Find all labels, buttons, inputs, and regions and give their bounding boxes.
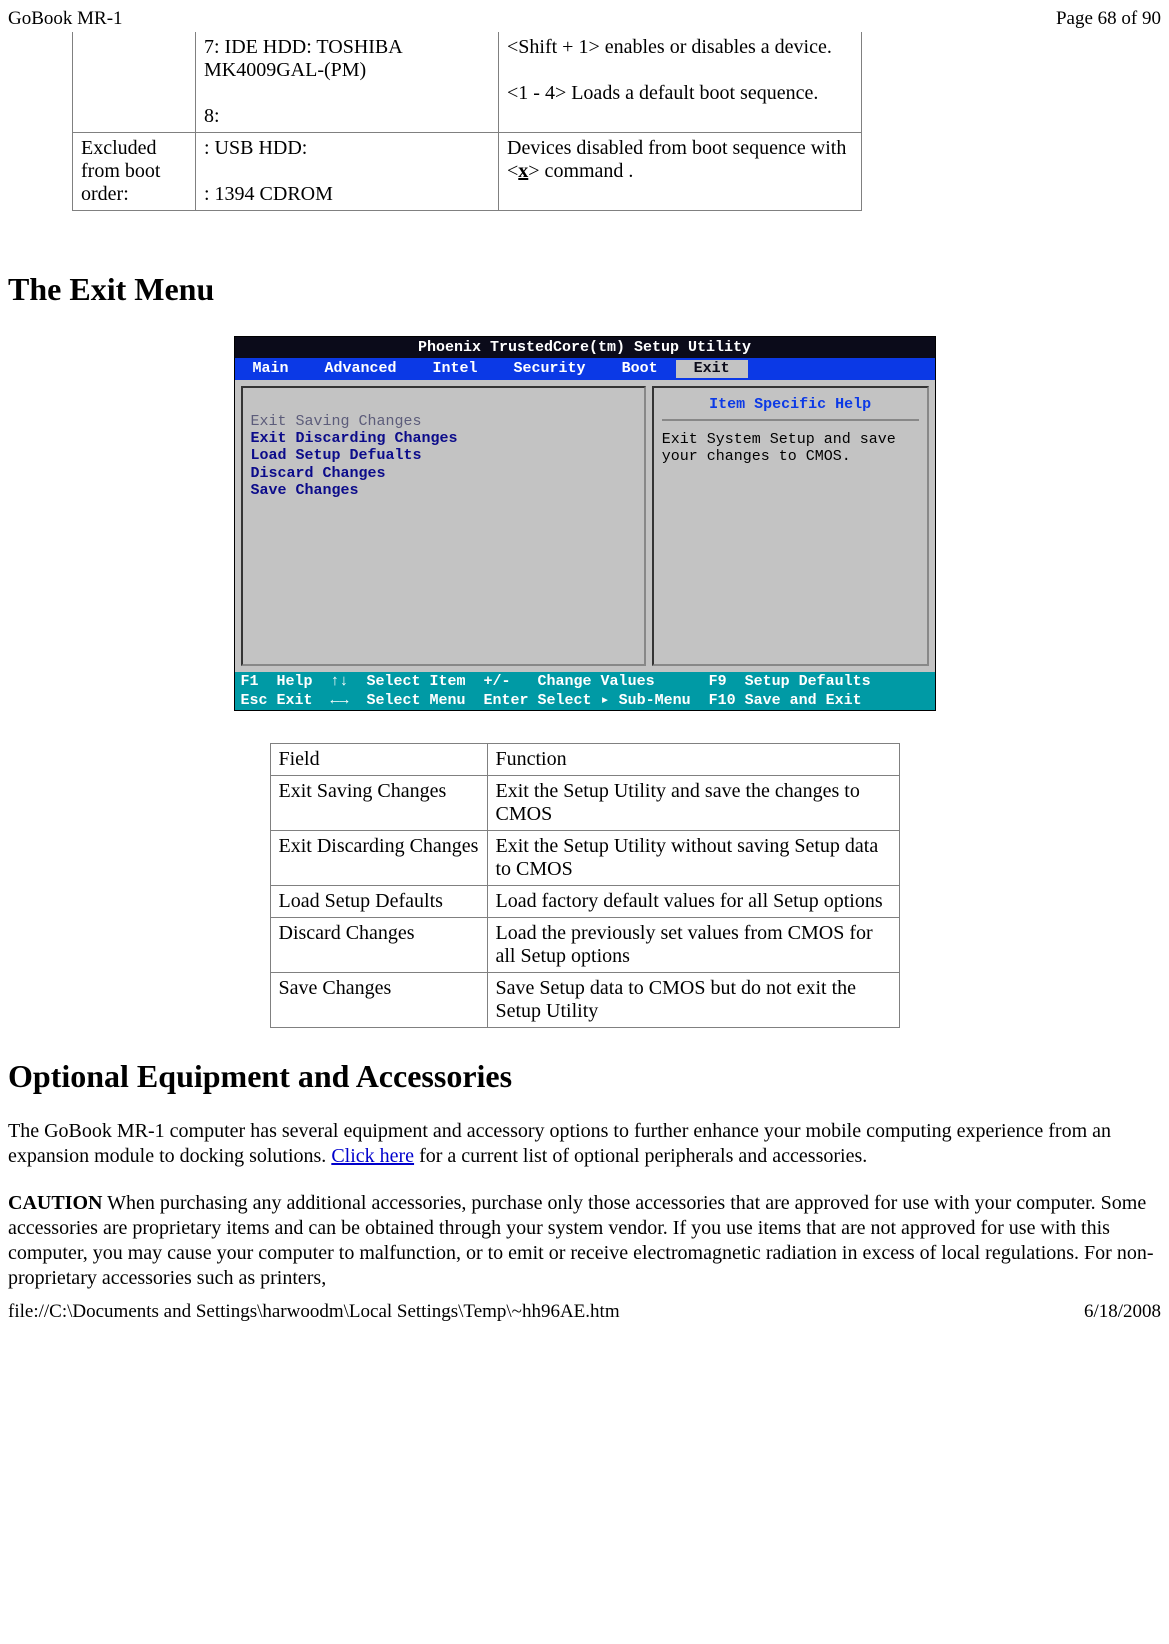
tab-intel: Intel — [415, 360, 496, 377]
cell-text: : 1394 CDROM — [204, 183, 333, 205]
bios-window: Phoenix TrustedCore(tm) Setup Utility Ma… — [234, 336, 936, 711]
para-text: for a current list of optional periphera… — [414, 1145, 867, 1167]
click-here-link[interactable]: Click here — [331, 1145, 414, 1167]
cell: Exit the Setup Utility and save the chan… — [487, 776, 899, 831]
table-row: 7: IDE HDD: TOSHIBA MK4009GAL-(PM) 8: <S… — [73, 32, 862, 133]
bios-footer-line2: Esc Exit ←→ Select Menu Enter Select ▸ S… — [235, 691, 935, 710]
optional-equipment-heading: Optional Equipment and Accessories — [8, 1058, 1161, 1095]
page-footer: file://C:\Documents and Settings\harwood… — [8, 1301, 1161, 1323]
table-row: Discard Changes Load the previously set … — [270, 918, 899, 973]
cell: Load the previously set values from CMOS… — [487, 918, 899, 973]
function-table: Field Function Exit Saving Changes Exit … — [270, 743, 900, 1028]
menu-item: Discard Changes — [251, 465, 636, 482]
bios-body: Exit Saving Changes Exit Discarding Chan… — [235, 380, 935, 672]
cell-text: 8: — [204, 105, 220, 127]
menu-item: Load Setup Defualts — [251, 447, 636, 464]
bios-title: Phoenix TrustedCore(tm) Setup Utility — [235, 337, 935, 358]
table-row: Excluded from boot order: : USB HDD: : 1… — [73, 133, 862, 211]
caution-text: When purchasing any additional accessori… — [8, 1192, 1154, 1289]
cell: 7: IDE HDD: TOSHIBA MK4009GAL-(PM) 8: — [196, 32, 499, 133]
cell-text: 7: IDE HDD: TOSHIBA MK4009GAL-(PM) — [204, 36, 402, 81]
help-text: Exit System Setup and save your changes … — [662, 431, 919, 466]
bios-footer-line1: F1 Help ↑↓ Select Item +/- Change Values… — [235, 672, 935, 691]
bios-screenshot: Phoenix TrustedCore(tm) Setup Utility Ma… — [8, 336, 1161, 711]
cell: Load Setup Defaults — [270, 886, 487, 918]
cell: <Shift + 1> enables or disables a device… — [499, 32, 862, 133]
cell-text: : USB HDD: — [204, 137, 307, 159]
cell: Excluded from boot order: — [73, 133, 196, 211]
cell: Exit the Setup Utility without saving Se… — [487, 831, 899, 886]
header-right: Page 68 of 90 — [1056, 8, 1161, 30]
tab-exit: Exit — [676, 360, 748, 377]
cell-text: <1 - 4> Loads a default boot sequence. — [507, 82, 818, 104]
cell: : USB HDD: : 1394 CDROM — [196, 133, 499, 211]
bios-menu-panel: Exit Saving Changes Exit Discarding Chan… — [241, 386, 646, 666]
bios-help-panel: Item Specific Help Exit System Setup and… — [652, 386, 929, 666]
bios-tabs: Main Advanced Intel Security Boot Exit — [235, 358, 935, 379]
header-function: Function — [487, 744, 899, 776]
menu-item: Save Changes — [251, 482, 636, 499]
cell: Load factory default values for all Setu… — [487, 886, 899, 918]
table-row: Exit Discarding Changes Exit the Setup U… — [270, 831, 899, 886]
tab-advanced: Advanced — [307, 360, 415, 377]
para-optional-equipment: The GoBook MR-1 computer has several equ… — [8, 1119, 1161, 1169]
cell-text: <Shift + 1> enables or disables a device… — [507, 36, 832, 58]
table-row: Save Changes Save Setup data to CMOS but… — [270, 973, 899, 1028]
tab-security: Security — [496, 360, 604, 377]
table-row: Exit Saving Changes Exit the Setup Utili… — [270, 776, 899, 831]
page-header: GoBook MR-1 Page 68 of 90 — [8, 8, 1161, 30]
caution-label: CAUTION — [8, 1192, 102, 1214]
cell: Discard Changes — [270, 918, 487, 973]
tab-boot: Boot — [604, 360, 676, 377]
help-title: Item Specific Help — [662, 396, 919, 421]
footer-left: file://C:\Documents and Settings\harwood… — [8, 1301, 620, 1323]
cell: Exit Discarding Changes — [270, 831, 487, 886]
cell: Exit Saving Changes — [270, 776, 487, 831]
table-row: Load Setup Defaults Load factory default… — [270, 886, 899, 918]
menu-item-selected: Exit Saving Changes — [251, 413, 636, 430]
tab-main: Main — [235, 360, 307, 377]
cell-text: > command . — [528, 160, 633, 182]
table-row: Field Function — [270, 744, 899, 776]
para-caution: CAUTION When purchasing any additional a… — [8, 1191, 1161, 1291]
cmd-x: x — [518, 160, 528, 182]
header-field: Field — [270, 744, 487, 776]
boot-options-table: 7: IDE HDD: TOSHIBA MK4009GAL-(PM) 8: <S… — [72, 32, 862, 211]
cell: Save Setup data to CMOS but do not exit … — [487, 973, 899, 1028]
cell — [73, 32, 196, 133]
exit-menu-heading: The Exit Menu — [8, 271, 1161, 308]
cell: Devices disabled from boot sequence with… — [499, 133, 862, 211]
cell: Save Changes — [270, 973, 487, 1028]
header-left: GoBook MR-1 — [8, 8, 123, 30]
menu-item: Exit Discarding Changes — [251, 430, 636, 447]
footer-right: 6/18/2008 — [1084, 1301, 1161, 1323]
